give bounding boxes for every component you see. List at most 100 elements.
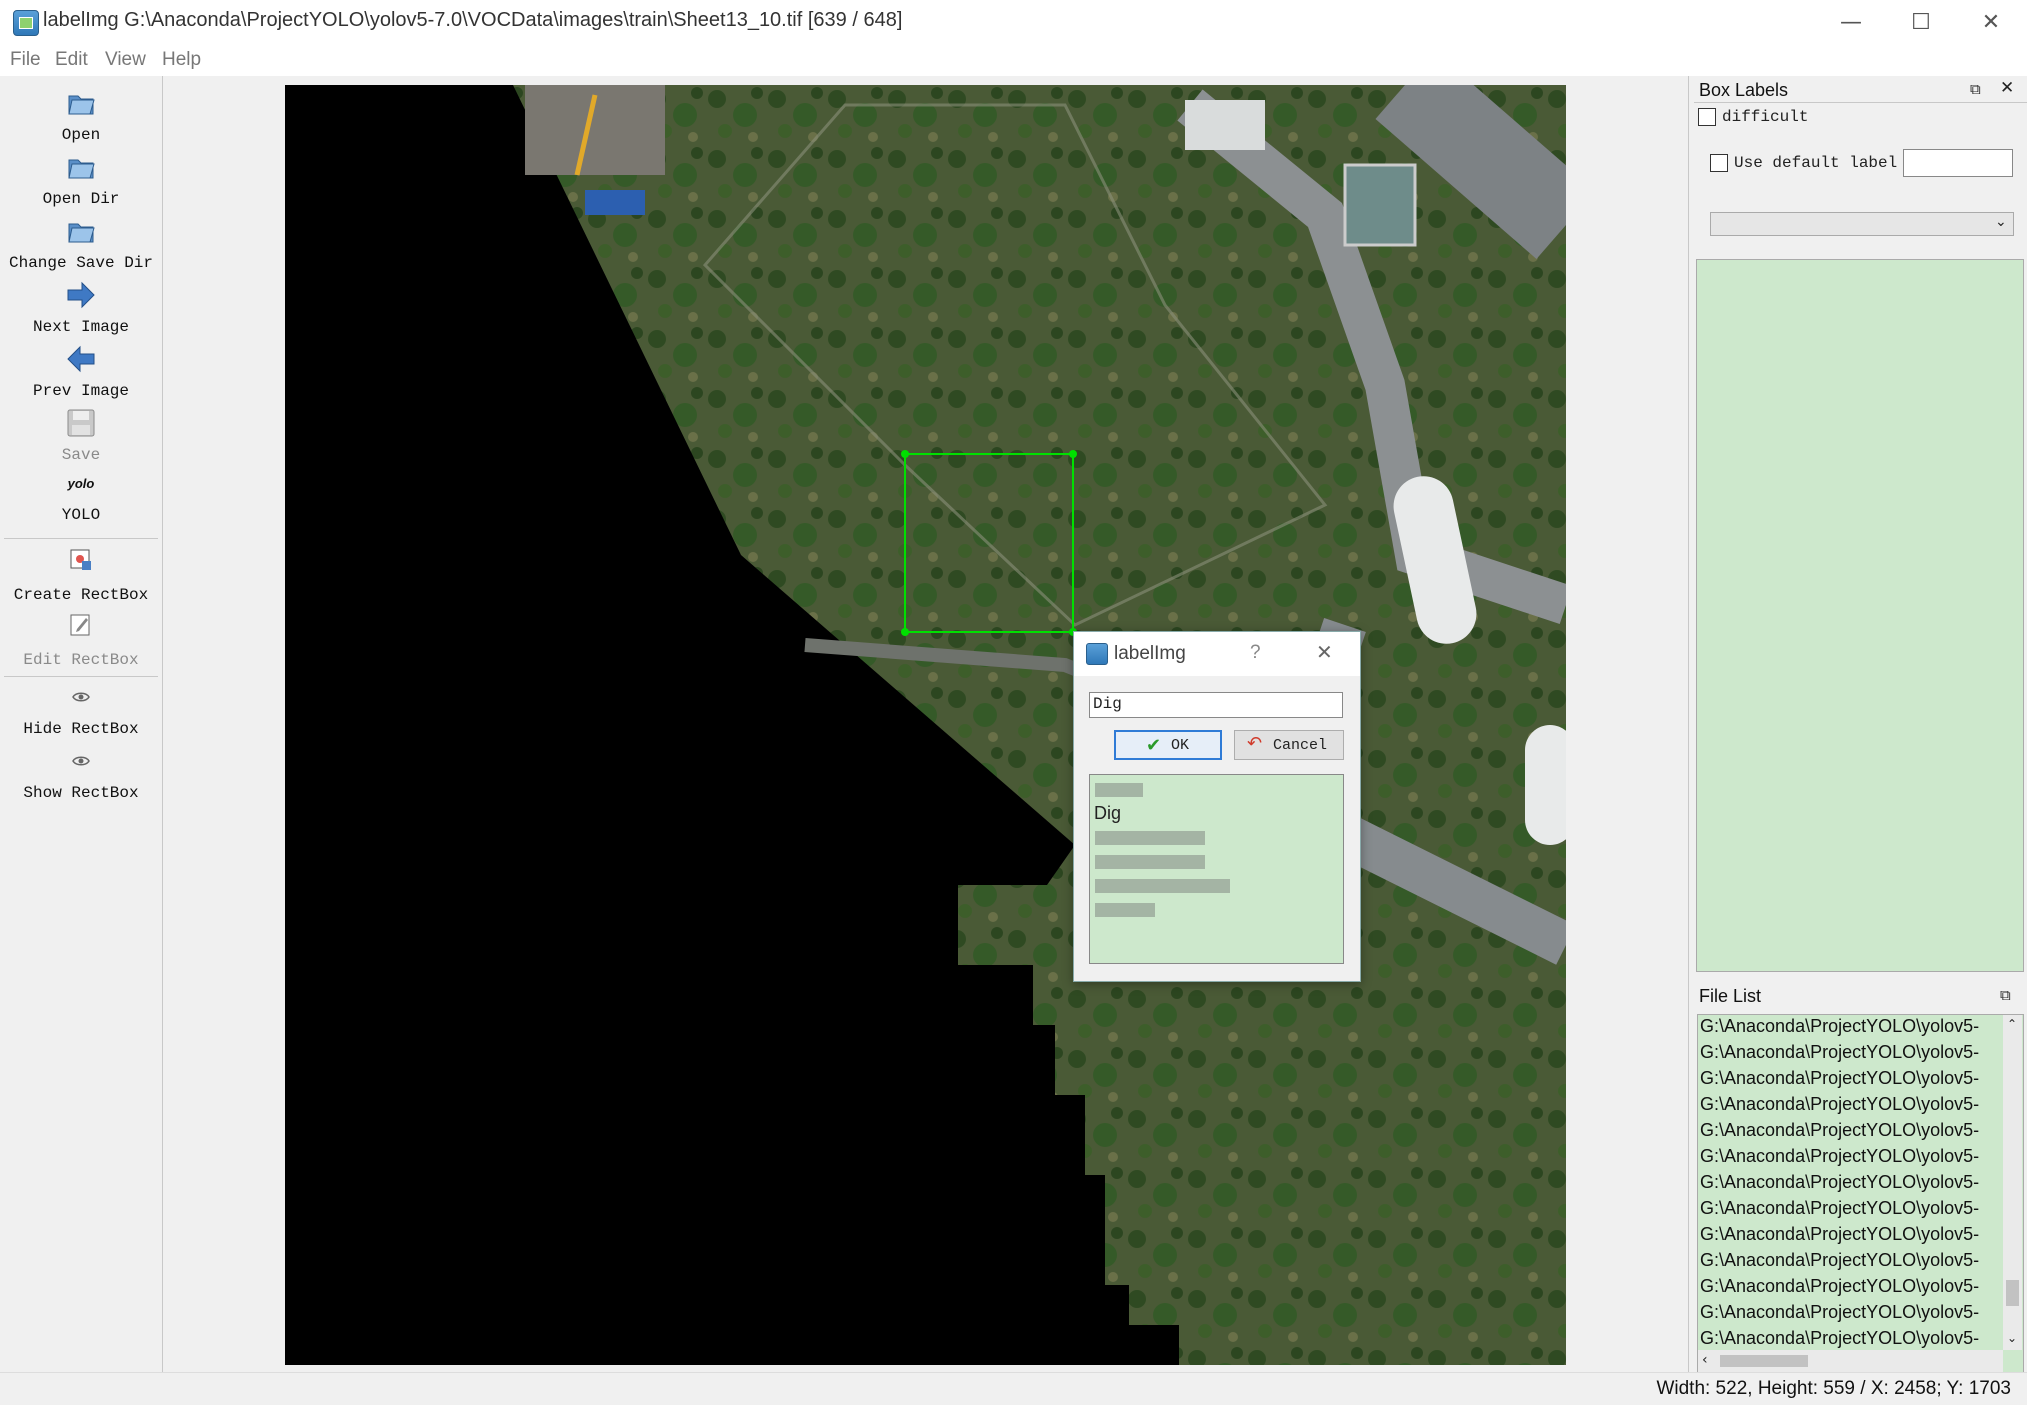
label-input[interactable]: Dig (1089, 692, 1343, 718)
dialog-title-bar: labelImg ? ✕ (1074, 632, 1360, 676)
minimize-button[interactable]: — (1815, 0, 1887, 44)
scrollbar-thumb[interactable] (2006, 1280, 2019, 1306)
file-list-item[interactable]: G:\Anaconda\ProjectYOLO\yolov5- (1700, 1172, 1979, 1193)
status-bar: Width: 522, Height: 559 / X: 2458; Y: 17… (0, 1372, 2027, 1405)
show-rectbox-button[interactable]: Show RectBox (0, 750, 162, 810)
file-list[interactable]: G:\Anaconda\ProjectYOLO\yolov5- G:\Anaco… (1697, 1014, 2024, 1374)
next-image-button[interactable]: Next Image (0, 278, 162, 340)
file-list-item[interactable]: G:\Anaconda\ProjectYOLO\yolov5- (1700, 1328, 1979, 1349)
window-title: labelImg G:\Anaconda\ProjectYOLO\yolov5-… (43, 9, 903, 31)
hide-rectbox-button[interactable]: Hide RectBox (0, 686, 162, 746)
file-list-item[interactable]: G:\Anaconda\ProjectYOLO\yolov5- (1700, 1198, 1979, 1219)
scroll-down-icon[interactable]: ⌄ (2007, 1331, 2017, 1345)
create-rectbox-label: Create RectBox (13, 586, 149, 604)
blurred-list-item (1095, 879, 1230, 893)
dialog-title: labelImg (1114, 643, 1186, 664)
change-save-dir-button[interactable]: Change Save Dir (0, 214, 162, 276)
scroll-left-icon[interactable]: ‹ (1702, 1352, 1708, 1368)
box-labels-title: Box Labels (1699, 80, 1789, 100)
difficult-label: difficult (1722, 108, 1809, 126)
file-list-item[interactable]: G:\Anaconda\ProjectYOLO\yolov5- (1700, 1016, 1979, 1037)
vertical-scrollbar[interactable]: ⌃ ⌄ (2003, 1015, 2022, 1350)
eye-icon (72, 692, 90, 702)
undo-arrow-icon: ↶ (1247, 733, 1263, 754)
file-list-item[interactable]: G:\Anaconda\ProjectYOLO\yolov5- (1700, 1250, 1979, 1271)
aerial-image[interactable] (285, 85, 1566, 1365)
save-label: Save (61, 446, 101, 464)
aerial-photo (285, 85, 1566, 1365)
blurred-list-item (1095, 855, 1205, 869)
yolo-icon: yolo (67, 476, 95, 491)
ok-button[interactable]: ✔ OK (1114, 730, 1222, 760)
folder-open-icon (68, 95, 95, 115)
open-dir-label: Open Dir (42, 190, 120, 208)
file-list-title: File List (1699, 986, 1762, 1006)
horizontal-scrollbar[interactable]: ‹ (1698, 1350, 2003, 1372)
status-text: Width: 522, Height: 559 / X: 2458; Y: 17… (1656, 1378, 2011, 1399)
file-list-item[interactable]: G:\Anaconda\ProjectYOLO\yolov5- (1700, 1120, 1979, 1141)
close-dock-icon[interactable]: ✕ (2000, 78, 2014, 98)
use-default-label-text: Use default label (1734, 154, 1898, 172)
change-save-dir-label: Change Save Dir (8, 254, 154, 272)
file-list-item[interactable]: G:\Anaconda\ProjectYOLO\yolov5- (1700, 1068, 1979, 1089)
title-bar: labelImg G:\Anaconda\ProjectYOLO\yolov5-… (0, 0, 2027, 44)
use-default-label-checkbox[interactable] (1710, 154, 1728, 172)
menu-bar: File Edit View Help (0, 44, 2027, 76)
prev-image-button[interactable]: Prev Image (0, 342, 162, 404)
hide-rectbox-label: Hide RectBox (23, 720, 139, 738)
open-button[interactable]: Open (0, 86, 162, 148)
label-dialog: labelImg ? ✕ Dig ✔ OK ↶ Cancel Dig (1073, 631, 1361, 982)
prev-image-label: Prev Image (32, 382, 129, 400)
label-history-list[interactable]: Dig (1089, 774, 1344, 964)
menu-view[interactable]: View (105, 49, 146, 71)
cancel-label: Cancel (1273, 737, 1328, 754)
file-list-item[interactable]: G:\Anaconda\ProjectYOLO\yolov5- (1700, 1276, 1979, 1297)
ok-label: OK (1171, 737, 1190, 754)
file-list-item[interactable]: G:\Anaconda\ProjectYOLO\yolov5- (1700, 1042, 1979, 1063)
file-list-item[interactable]: G:\Anaconda\ProjectYOLO\yolov5- (1700, 1094, 1979, 1115)
menu-edit[interactable]: Edit (55, 49, 88, 71)
blurred-list-item (1095, 783, 1143, 797)
close-button[interactable]: ✕ (1955, 0, 2027, 44)
scroll-up-icon[interactable]: ⌃ (2007, 1017, 2017, 1031)
open-label: Open (61, 126, 101, 144)
arrow-right-icon (67, 281, 95, 309)
arrow-left-icon (67, 345, 95, 373)
scrollbar-thumb[interactable] (1720, 1355, 1808, 1367)
dock-divider (1694, 102, 2027, 103)
float-dock-icon[interactable]: ⧉ (1970, 80, 1981, 98)
chevron-down-icon: ⌄ (1995, 214, 2007, 230)
eye-icon (72, 756, 90, 766)
float-dock-icon[interactable]: ⧉ (2000, 986, 2011, 1004)
file-list-item[interactable]: G:\Anaconda\ProjectYOLO\yolov5- (1700, 1224, 1979, 1245)
default-label-input[interactable] (1903, 149, 2013, 177)
menu-help[interactable]: Help (162, 49, 201, 71)
edit-icon (70, 614, 90, 636)
folder-open-icon (68, 159, 95, 179)
difficult-checkbox[interactable] (1698, 108, 1716, 126)
folder-open-icon (68, 223, 95, 243)
file-list-item[interactable]: G:\Anaconda\ProjectYOLO\yolov5- (1700, 1146, 1979, 1167)
open-dir-button[interactable]: Open Dir (0, 150, 162, 212)
next-image-label: Next Image (32, 318, 129, 336)
create-rectbox-button[interactable]: Create RectBox (0, 546, 162, 608)
file-list-item[interactable]: G:\Anaconda\ProjectYOLO\yolov5- (1700, 1302, 1979, 1323)
toolbar-separator (4, 538, 158, 539)
toolbar: Open Open Dir Change Save Dir Next Image… (0, 76, 163, 1372)
save-button[interactable]: Save (0, 406, 162, 468)
label-combobox[interactable]: ⌄ (1710, 212, 2014, 236)
menu-file[interactable]: File (10, 49, 41, 71)
edit-rectbox-button[interactable]: Edit RectBox (0, 611, 162, 673)
format-yolo-button[interactable]: yolo YOLO (0, 470, 162, 530)
label-list-item[interactable]: Dig (1094, 803, 1121, 824)
help-button[interactable]: ? (1250, 642, 1261, 664)
edit-rectbox-label: Edit RectBox (23, 651, 139, 669)
create-rectbox-icon (70, 549, 91, 570)
maximize-button[interactable]: ☐ (1885, 0, 1957, 44)
show-rectbox-label: Show RectBox (23, 784, 139, 802)
checkmark-icon: ✔ (1146, 735, 1162, 756)
cancel-button[interactable]: ↶ Cancel (1234, 730, 1344, 760)
toolbar-separator (4, 676, 158, 677)
box-labels-list[interactable] (1696, 259, 2024, 972)
dialog-close-button[interactable]: ✕ (1316, 640, 1333, 664)
